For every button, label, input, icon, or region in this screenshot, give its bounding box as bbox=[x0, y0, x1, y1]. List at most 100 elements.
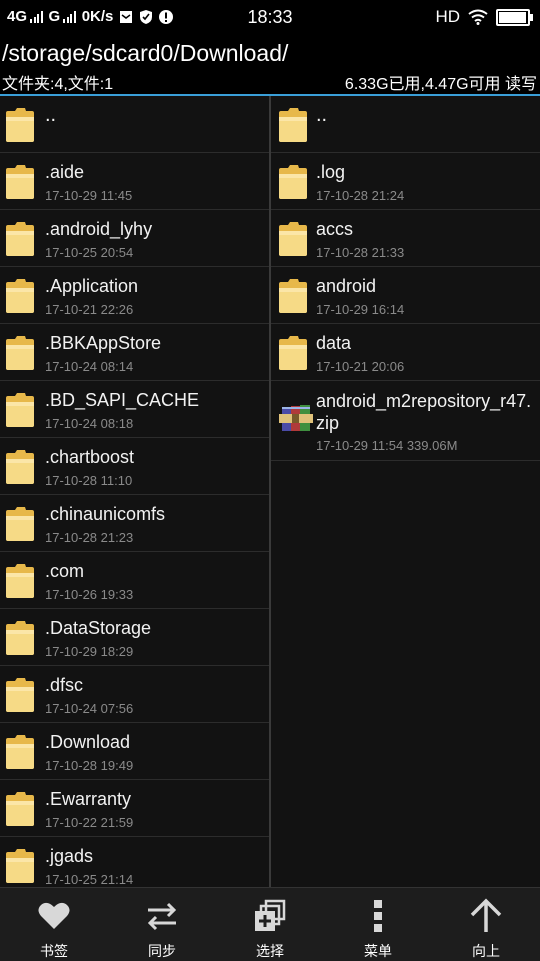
sync-button[interactable]: 同步 bbox=[108, 888, 216, 961]
item-date: 17-10-28 19:49 bbox=[45, 758, 134, 773]
item-name: accs bbox=[316, 219, 354, 239]
left-file-pane[interactable]: .. .aide 17-10-29 11:45 .android_lyhy 17-10-… bbox=[0, 96, 269, 887]
item-name: android_m2repository_r47.zip bbox=[316, 391, 532, 433]
item-date: 17-10-29 11:54 339.06M bbox=[316, 438, 458, 453]
item-name: .. bbox=[45, 104, 57, 126]
folder-item[interactable]: .aide 17-10-29 11:45 bbox=[0, 153, 269, 210]
right-file-pane[interactable]: .. .log 17-10-28 21:24 accs 17-10-28 21:33 an… bbox=[271, 96, 540, 887]
item-date: 17-10-29 11:45 bbox=[45, 188, 133, 203]
item-date: 17-10-22 21:59 bbox=[45, 815, 134, 830]
parent-directory-item[interactable]: .. bbox=[271, 96, 540, 153]
folder-item[interactable]: .dfsc 17-10-24 07:56 bbox=[0, 666, 269, 723]
item-date: 17-10-26 19:33 bbox=[45, 587, 134, 602]
item-name: .BBKAppStore bbox=[45, 333, 162, 353]
item-date: 17-10-25 21:14 bbox=[45, 872, 134, 887]
item-date: 17-10-25 20:54 bbox=[45, 245, 134, 260]
folder-icon bbox=[5, 848, 35, 884]
menu-button[interactable]: 菜单 bbox=[324, 888, 432, 961]
item-name: .Application bbox=[45, 276, 139, 296]
item-date: 17-10-24 07:56 bbox=[45, 701, 134, 716]
folder-icon bbox=[5, 278, 35, 314]
folder-icon bbox=[5, 221, 35, 257]
item-name: .chartboost bbox=[45, 447, 135, 467]
folder-item[interactable]: .android_lyhy 17-10-25 20:54 bbox=[0, 210, 269, 267]
folder-icon bbox=[5, 335, 35, 371]
status-right: HD bbox=[435, 7, 533, 27]
item-name: .Ewarranty bbox=[45, 789, 132, 809]
folder-item[interactable]: .chartboost 17-10-28 11:10 bbox=[0, 438, 269, 495]
folder-icon bbox=[5, 107, 35, 143]
parent-directory-item[interactable]: .. bbox=[0, 96, 269, 153]
item-date: 17-10-28 11:10 bbox=[45, 473, 133, 488]
folder-icon bbox=[278, 335, 308, 371]
item-name: .android_lyhy bbox=[45, 219, 153, 239]
item-date: 17-10-28 21:33 bbox=[316, 245, 405, 260]
battery-icon bbox=[496, 8, 533, 26]
item-date: 17-10-21 20:06 bbox=[316, 359, 405, 374]
item-name: .Download bbox=[45, 732, 131, 752]
folder-icon bbox=[5, 164, 35, 200]
folder-item[interactable]: data 17-10-21 20:06 bbox=[271, 324, 540, 381]
item-name: .log bbox=[316, 162, 346, 182]
battery-level bbox=[499, 11, 526, 23]
folder-item[interactable]: accs 17-10-28 21:33 bbox=[271, 210, 540, 267]
folder-item[interactable]: .DataStorage 17-10-29 18:29 bbox=[0, 609, 269, 666]
arrow-up-icon bbox=[470, 898, 502, 932]
select-button[interactable]: 选择 bbox=[216, 888, 324, 961]
folder-icon bbox=[5, 563, 35, 599]
bottom-toolbar: 书签 同步 选择 菜单 向上 bbox=[0, 887, 540, 961]
sync-label: 同步 bbox=[148, 943, 176, 959]
folder-item[interactable]: .Ewarranty 17-10-22 21:59 bbox=[0, 780, 269, 837]
folder-item[interactable]: .chinaunicomfs 17-10-28 21:23 bbox=[0, 495, 269, 552]
heart-icon bbox=[38, 902, 70, 929]
wifi-icon bbox=[468, 9, 488, 25]
folder-icon bbox=[5, 620, 35, 656]
up-button[interactable]: 向上 bbox=[432, 888, 540, 961]
item-name: .. bbox=[316, 104, 328, 126]
folder-icon bbox=[278, 107, 308, 143]
select-label: 选择 bbox=[256, 943, 284, 959]
folder-icon bbox=[5, 506, 35, 542]
item-name: .chinaunicomfs bbox=[45, 504, 166, 524]
item-name: .dfsc bbox=[45, 675, 84, 695]
menu-label: 菜单 bbox=[364, 943, 392, 959]
folder-icon bbox=[5, 791, 35, 827]
folder-icon bbox=[5, 734, 35, 770]
hd-indicator: HD bbox=[435, 7, 460, 26]
item-date: 17-10-29 18:29 bbox=[45, 644, 134, 659]
folder-item[interactable]: .Application 17-10-21 22:26 bbox=[0, 267, 269, 324]
folder-item[interactable]: .BD_SAPI_CACHE 17-10-24 08:18 bbox=[0, 381, 269, 438]
folder-item[interactable]: .BBKAppStore 17-10-24 08:14 bbox=[0, 324, 269, 381]
file-item[interactable]: android_m2repository_r47.zip 17-10-29 11:… bbox=[271, 381, 540, 461]
folder-icon bbox=[278, 221, 308, 257]
swap-arrows-icon bbox=[147, 902, 177, 931]
item-name: .aide bbox=[45, 162, 85, 182]
item-name: android bbox=[316, 276, 377, 296]
item-name: .BD_SAPI_CACHE bbox=[45, 390, 200, 410]
item-name: .DataStorage bbox=[45, 618, 152, 638]
item-name: .jgads bbox=[45, 846, 94, 866]
folder-icon bbox=[5, 449, 35, 485]
multi-select-icon bbox=[255, 899, 286, 931]
bookmarks-label: 书签 bbox=[40, 943, 68, 959]
item-date: 17-10-21 22:26 bbox=[45, 302, 134, 317]
item-date: 17-10-24 08:18 bbox=[45, 416, 134, 431]
archive-icon bbox=[278, 403, 313, 439]
folder-item[interactable]: .log 17-10-28 21:24 bbox=[271, 153, 540, 210]
current-path[interactable]: /storage/sdcard0/Download/ bbox=[2, 40, 288, 67]
bookmarks-button[interactable]: 书签 bbox=[0, 888, 108, 961]
item-name: data bbox=[316, 333, 352, 353]
up-label: 向上 bbox=[472, 943, 500, 959]
item-date: 17-10-29 16:14 bbox=[316, 302, 405, 317]
folder-icon bbox=[278, 278, 308, 314]
folder-item[interactable]: .Download 17-10-28 19:49 bbox=[0, 723, 269, 780]
folder-item[interactable]: .com 17-10-26 19:33 bbox=[0, 552, 269, 609]
item-name: .com bbox=[45, 561, 85, 581]
folder-icon bbox=[5, 677, 35, 713]
folder-icon bbox=[5, 392, 35, 428]
storage-info: 6.33G已用,4.47G可用 读写 bbox=[344, 76, 537, 93]
status-bar: 4G G 0K/s 18:33 HD bbox=[0, 0, 540, 36]
folder-item[interactable]: android 17-10-29 16:14 bbox=[271, 267, 540, 324]
folder-item[interactable]: .jgads 17-10-25 21:14 bbox=[0, 837, 269, 887]
item-date: 17-10-24 08:14 bbox=[45, 359, 134, 374]
